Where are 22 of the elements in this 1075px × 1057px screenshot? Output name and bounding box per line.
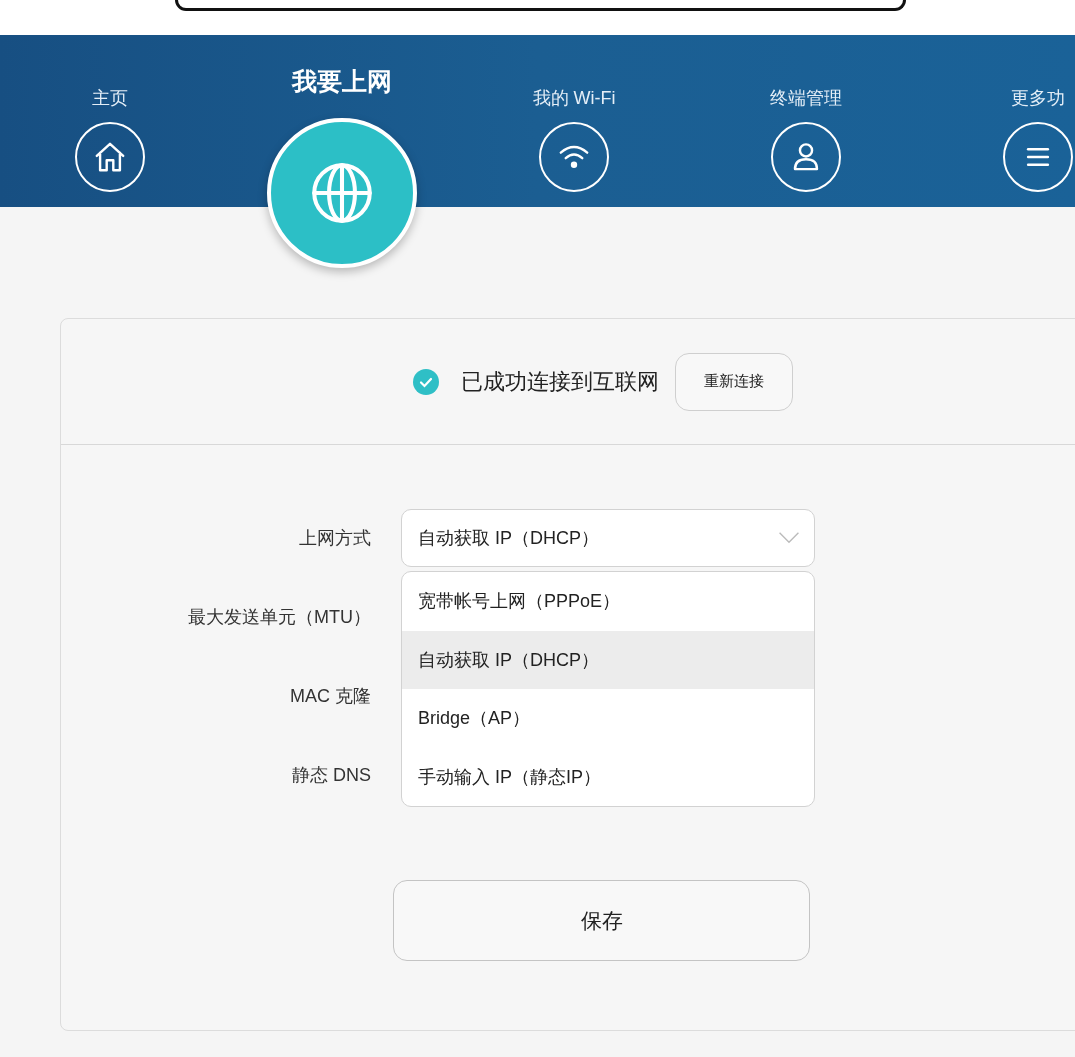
save-button[interactable]: 保存: [393, 880, 810, 961]
nav-tab[interactable]: 我的 Wi-Fi: [494, 35, 654, 208]
connection-type-select[interactable]: 自动获取 IP（DHCP）: [401, 509, 815, 567]
dropdown-option[interactable]: 手动输入 IP（静态IP）: [402, 747, 814, 806]
field-label: 静态 DNS: [291, 764, 371, 787]
tab-label: 终端管理: [770, 87, 842, 110]
tab-label: 我的 Wi-Fi: [532, 87, 616, 110]
chevron-down-icon: [778, 532, 800, 544]
field-label: 上网方式: [298, 527, 371, 550]
tab-label: 主页: [92, 87, 128, 110]
dropdown-option[interactable]: Bridge（AP）: [402, 689, 814, 748]
tab-label: 更多功: [1011, 87, 1065, 110]
reconnect-button[interactable]: 重新连接: [675, 352, 793, 411]
nav-tab[interactable]: 更多功: [958, 35, 1075, 208]
field-label: MAC 克隆: [289, 685, 371, 708]
nav-tab[interactable]: 主页: [30, 35, 190, 208]
field-label: 最大发送单元（MTU）: [187, 606, 371, 629]
dropdown-option[interactable]: 自动获取 IP（DHCP）: [402, 630, 814, 689]
tab-label: 我要上网: [292, 66, 392, 97]
nav-tab[interactable]: 终端管理: [726, 35, 886, 208]
connection-status-text: 已成功连接到互联网: [461, 367, 659, 396]
dropdown-option[interactable]: 宽带帐号上网（PPPoE）: [402, 572, 814, 631]
